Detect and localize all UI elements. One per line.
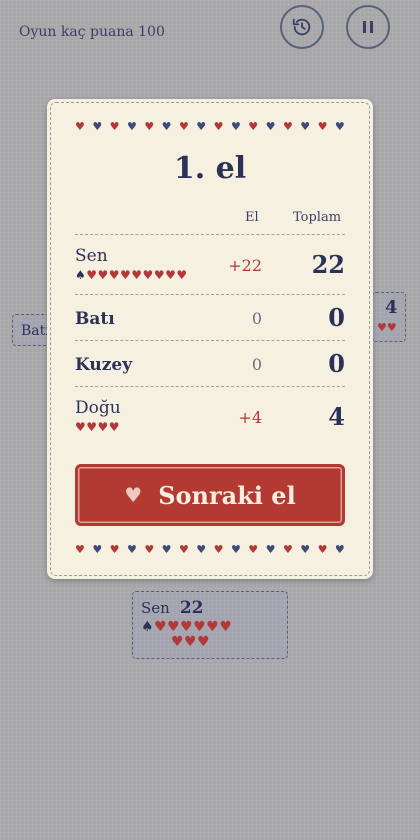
heart-icon: ♥ [124,483,143,507]
history-icon [292,18,311,36]
score-row-cards-dogu: ♥♥♥♥ [75,420,121,434]
player-tag-south-name: Sen [141,599,170,617]
player-tag-west-label: Batı [21,323,50,339]
history-button[interactable] [280,5,324,49]
divider [75,234,345,235]
player-tag-east: 4 ♥♥ [372,292,406,342]
score-row-name-kuzey: Kuzey [75,355,133,375]
player-tag-east-hearts: ♥♥ [377,321,397,334]
player-tag-south-cards: ♠♥♥♥♥♥♥ ♥♥♥ [141,620,287,650]
hearts-line-1: ♥♥♥♥♥♥ [154,619,233,635]
player-tag-south-score: 22 [179,598,204,618]
column-header-total: Toplam [293,210,342,225]
score-row-delta-sen: +22 [228,256,262,275]
score-row-name-sen: Sen [75,246,108,266]
hearts-line-2: ♥♥♥ [171,634,211,650]
decorative-hearts-top: ♥ ♥ ♥ ♥ ♥ ♥ ♥ ♥ ♥ ♥ ♥ ♥ ♥ ♥ ♥ ♥ [75,120,345,133]
column-header-round: El [245,210,259,225]
spade-icon: ♠ [141,619,155,635]
next-round-button[interactable]: ♥ Sonraki el [75,464,345,526]
score-row-name-dogu: Doğu [75,398,121,418]
score-row-total-kuzey: 0 [328,349,345,378]
score-row-name-bati: Batı [75,309,115,329]
score-row-delta-bati: 0 [251,309,262,328]
pause-button[interactable] [346,5,390,49]
score-row-delta-kuzey: 0 [251,355,262,374]
score-row-total-sen: 22 [311,250,345,279]
game-title: Oyun kaç puana 100 [19,24,165,40]
divider [75,340,345,341]
decorative-hearts-bottom: ♥ ♥ ♥ ♥ ♥ ♥ ♥ ♥ ♥ ♥ ♥ ♥ ♥ ♥ ♥ ♥ [75,543,345,556]
divider [75,386,345,387]
player-tag-west: Batı [12,314,52,346]
score-row-delta-dogu: +4 [238,408,262,427]
round-summary-modal: ♥ ♥ ♥ ♥ ♥ ♥ ♥ ♥ ♥ ♥ ♥ ♥ ♥ ♥ ♥ ♥ 1. el El Toplam Sen ♠♥♥… [47,99,373,579]
player-tag-south: Sen 22 ♠♥♥♥♥♥♥ ♥♥♥ [132,591,288,659]
score-row-total-bati: 0 [328,303,345,332]
next-round-label: Sonraki el [158,480,296,510]
score-row-total-dogu: 4 [328,402,345,431]
round-title: 1. el [173,151,247,186]
pause-icon [363,21,373,33]
divider [75,294,345,295]
hearts-taken: ♥♥♥♥♥♥♥♥♥ [86,268,188,282]
player-tag-east-score: 4 [385,297,398,318]
score-row-cards-sen: ♠♥♥♥♥♥♥♥♥♥ [75,268,188,282]
spade-icon: ♠ [75,268,87,282]
